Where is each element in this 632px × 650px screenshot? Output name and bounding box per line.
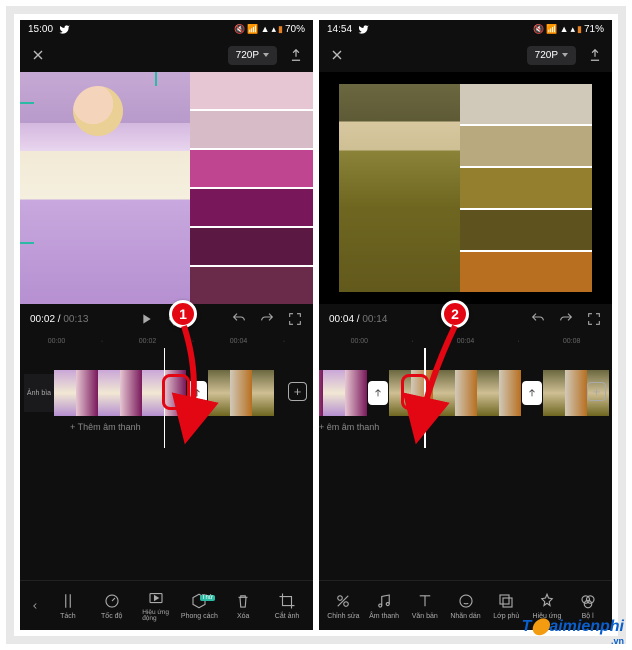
export-icon[interactable] [289,48,303,62]
cover-button[interactable]: Ảnh bìa [24,374,54,412]
preview-image [339,84,460,292]
back-button[interactable] [24,599,46,613]
twitter-icon [59,24,70,35]
battery-icon: ▮ [577,24,582,35]
callout-badge-2: 2 [441,300,469,328]
tool-split[interactable]: Tách [46,592,90,620]
mute-icon: 🔇 [234,24,245,35]
video-preview[interactable] [319,72,612,304]
top-bar: 720P [20,38,313,72]
status-bar: 15:00 🔇 📶 ▲ ▴ ▮ 70% [20,20,313,38]
signal2-icon: ▴ [272,24,277,35]
watermark-logo-icon: ⬤ [531,618,549,635]
add-clip-button[interactable]: + [587,382,606,401]
timeline[interactable]: Ảnh bìa + Thêm âm thanh [20,348,313,448]
tool-overlay[interactable]: Lớp phủ [486,592,527,620]
callout-badge-1: 1 [169,300,197,328]
fullscreen-icon[interactable] [287,311,303,327]
undo-icon[interactable] [231,311,247,327]
tool-delete[interactable]: Xóa [221,592,265,620]
add-audio-button[interactable]: êm âm thanh [319,422,379,432]
clock: 14:54 [327,24,352,35]
add-audio-button[interactable]: Thêm âm thanh [70,422,141,432]
chevron-down-icon [263,53,269,57]
wifi-icon: ▲ [560,24,569,34]
resolution-label: 720P [535,50,558,61]
battery-pct: 71% [584,24,604,35]
chevron-down-icon [562,53,568,57]
twitter-icon [358,24,369,35]
battery-pct: 70% [285,24,305,35]
fullscreen-icon[interactable] [586,311,602,327]
timeline-ruler: 00:00 · 00:04 · 00:08 [319,334,612,348]
tool-speed[interactable]: Tốc độ [90,592,134,620]
tool-edit[interactable]: Chỉnh sửa [323,592,364,620]
watermark: T⬤aimienphi .vn [522,616,624,646]
time-display: 00:04 / 00:14 [329,314,387,325]
tool-text[interactable]: Văn bản [404,592,445,620]
tool-style[interactable]: ThửPhong cách [177,592,221,620]
undo-icon[interactable] [530,311,546,327]
play-controls: 00:02 / 00:13 [20,304,313,334]
video-preview[interactable] [20,72,313,304]
mute-icon: 🔇 [533,24,544,35]
close-icon[interactable] [30,47,46,63]
preview-image [20,72,190,304]
clip-1[interactable] [54,370,186,416]
add-clip-button[interactable]: + [288,382,307,401]
export-icon[interactable] [588,48,602,62]
wifi-icon: ▲ [261,24,270,34]
resolution-button[interactable]: 720P [228,46,277,65]
tool-animation[interactable]: Hiệu ứng động [134,589,178,623]
clip-1[interactable] [319,370,367,416]
clip-2[interactable] [389,370,521,416]
bottom-toolbar: Tách Tốc độ Hiệu ứng động ThửPhong cách … [20,580,313,630]
tool-crop[interactable]: Cắt ảnh [265,592,309,620]
color-palette [190,72,313,304]
phone-right: 14:54 🔇 📶 ▲ ▴ ▮ 71% 720P [319,20,612,630]
redo-icon[interactable] [558,311,574,327]
status-bar: 14:54 🔇 📶 ▲ ▴ ▮ 71% [319,20,612,38]
resolution-button[interactable]: 720P [527,46,576,65]
signal-icon: 📶 [546,24,557,35]
redo-icon[interactable] [259,311,275,327]
timeline[interactable]: + êm âm thanh [319,348,612,448]
play-icon[interactable] [138,311,154,327]
transition-button-2[interactable] [522,381,542,405]
signal2-icon: ▴ [571,24,576,35]
top-bar: 720P [319,38,612,72]
timeline-ruler: 00:00 · 00:02 · 00:04 · [20,334,313,348]
transition-button-1[interactable] [368,381,388,405]
color-palette [460,84,592,292]
battery-icon: ▮ [278,24,283,35]
tool-sticker[interactable]: Nhãn dán [445,592,486,620]
tool-audio[interactable]: Âm thanh [364,592,405,620]
transition-button[interactable] [187,381,207,405]
time-display: 00:02 / 00:13 [30,314,88,325]
signal-icon: 📶 [247,24,258,35]
phone-left: 15:00 🔇 📶 ▲ ▴ ▮ 70% 720P [20,20,313,630]
clock: 15:00 [28,24,53,35]
close-icon[interactable] [329,47,345,63]
resolution-label: 720P [236,50,259,61]
clip-2[interactable] [208,370,274,416]
